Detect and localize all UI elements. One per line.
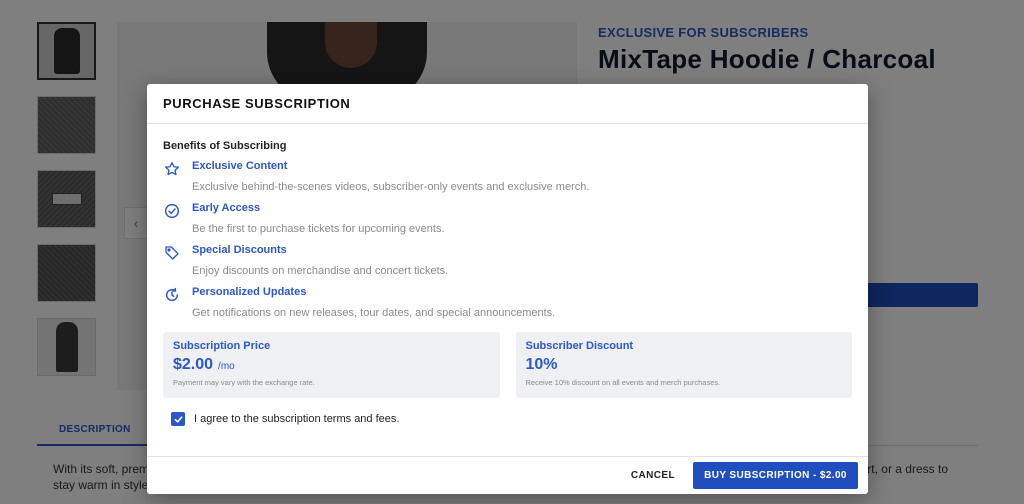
star-icon bbox=[164, 161, 180, 177]
tag-icon bbox=[164, 245, 180, 261]
benefit-desc: Exclusive behind-the-scenes videos, subs… bbox=[192, 181, 590, 193]
benefit-title: Special Discounts bbox=[192, 244, 287, 256]
benefit-exclusive-content: Exclusive Content Exclusive behind-the-s… bbox=[163, 160, 852, 202]
benefit-title: Personalized Updates bbox=[192, 286, 307, 298]
buy-subscription-button[interactable]: BUY SUBSCRIPTION - $2.00 bbox=[693, 462, 858, 489]
benefit-personalized-updates: Personalized Updates Get notifications o… bbox=[163, 286, 852, 328]
card-label: Subscriber Discount bbox=[525, 340, 634, 352]
agree-terms-row[interactable]: I agree to the subscription terms and fe… bbox=[171, 410, 852, 428]
benefits-heading: Benefits of Subscribing bbox=[163, 140, 287, 152]
benefit-early-access: Early Access Be the first to purchase ti… bbox=[163, 202, 852, 244]
agree-terms-checkbox[interactable] bbox=[171, 412, 185, 426]
agree-terms-label[interactable]: I agree to the subscription terms and fe… bbox=[194, 413, 399, 425]
card-note: Payment may vary with the exchange rate. bbox=[173, 378, 315, 387]
cancel-button[interactable]: CANCEL bbox=[631, 470, 675, 481]
subscription-price-card: Subscription Price $2.00 /mo Payment may… bbox=[163, 332, 500, 398]
benefit-title: Exclusive Content bbox=[192, 160, 288, 172]
benefit-title: Early Access bbox=[192, 202, 261, 214]
benefit-desc: Be the first to purchase tickets for upc… bbox=[192, 223, 445, 235]
check-circle-icon bbox=[164, 203, 180, 219]
refresh-icon bbox=[164, 287, 180, 303]
checkmark-icon bbox=[174, 415, 182, 423]
subscriber-discount-card: Subscriber Discount 10% Receive 10% disc… bbox=[515, 332, 852, 398]
card-note: Receive 10% discount on all events and m… bbox=[525, 378, 721, 387]
discount-value: 10% bbox=[525, 356, 558, 373]
benefit-special-discounts: Special Discounts Enjoy discounts on mer… bbox=[163, 244, 852, 286]
modal-body: Benefits of Subscribing Exclusive Conten… bbox=[147, 124, 868, 428]
info-cards: Subscription Price $2.00 /mo Payment may… bbox=[163, 332, 852, 398]
benefit-desc: Enjoy discounts on merchandise and conce… bbox=[192, 265, 449, 277]
card-label: Subscription Price bbox=[173, 340, 271, 352]
modal-title: PURCHASE SUBSCRIPTION bbox=[163, 96, 351, 111]
benefit-desc: Get notifications on new releases, tour … bbox=[192, 307, 556, 319]
modal-header: PURCHASE SUBSCRIPTION bbox=[147, 84, 868, 124]
modal-footer: CANCEL BUY SUBSCRIPTION - $2.00 bbox=[147, 456, 868, 494]
price-value: $2.00 bbox=[173, 356, 214, 373]
price-unit: /mo bbox=[218, 361, 235, 372]
purchase-subscription-modal: PURCHASE SUBSCRIPTION Benefits of Subscr… bbox=[147, 84, 868, 494]
